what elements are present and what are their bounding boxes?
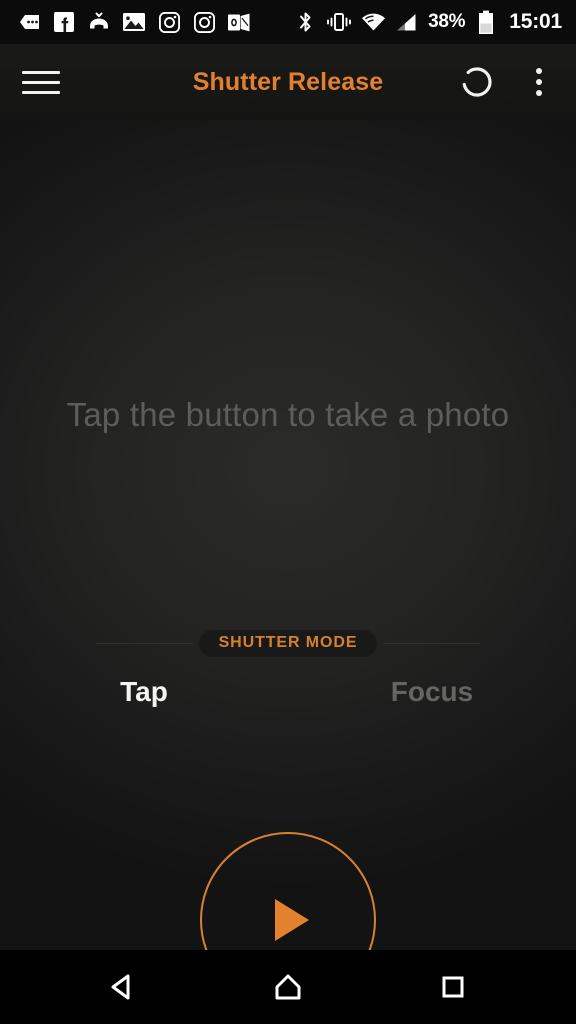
- mode-tab-tap[interactable]: Tap: [0, 676, 288, 708]
- instagram-icon: [191, 9, 217, 35]
- shutter-mode-section-header: SHUTTER MODE: [96, 629, 480, 657]
- overflow-menu-icon[interactable]: [524, 59, 554, 105]
- gallery-photo-icon: [121, 9, 147, 35]
- home-button[interactable]: [256, 962, 320, 1012]
- bluetooth-icon: [292, 9, 318, 35]
- status-bar: 38% 15:01: [0, 0, 576, 44]
- notification-icons: [16, 9, 252, 35]
- section-label-shutter-mode: SHUTTER MODE: [198, 629, 378, 657]
- shutter-release-button[interactable]: [200, 832, 376, 950]
- wifi-icon: [360, 9, 386, 35]
- cell-signal-icon: [394, 9, 420, 35]
- power-standby-icon[interactable]: [454, 59, 500, 105]
- back-button[interactable]: [91, 962, 155, 1012]
- system-status-icons: 38% 15:01: [292, 9, 562, 35]
- shutter-button-area: [0, 832, 576, 950]
- shutter-mode-tabs: Tap Focus: [0, 676, 576, 708]
- status-clock: 15:01: [509, 10, 562, 33]
- recents-button[interactable]: [421, 962, 485, 1012]
- outlook-icon: [226, 9, 252, 35]
- missed-call-icon: [86, 9, 112, 35]
- battery-percent-label: 38%: [428, 11, 466, 32]
- app-bar: Shutter Release: [0, 44, 576, 120]
- hint-text: Tap the button to take a photo: [66, 396, 510, 433]
- phone-screen: 38% 15:01 Shutter Release Tap the button…: [0, 0, 576, 1024]
- hamburger-menu-icon[interactable]: [22, 61, 64, 103]
- divider-line-left: [96, 642, 193, 644]
- divider-line-right: [383, 642, 480, 644]
- android-navigation-bar: [0, 950, 576, 1024]
- play-triangle-icon: [275, 899, 309, 941]
- main-content: Tap the button to take a photo SHUTTER M…: [0, 120, 576, 950]
- vibrate-icon: [326, 9, 352, 35]
- facebook-icon: [51, 9, 77, 35]
- app-bar-actions: [454, 59, 554, 105]
- battery-icon: [473, 9, 499, 35]
- sms-message-icon: [16, 9, 42, 35]
- instagram-icon: [156, 9, 182, 35]
- mode-tab-focus[interactable]: Focus: [288, 676, 576, 708]
